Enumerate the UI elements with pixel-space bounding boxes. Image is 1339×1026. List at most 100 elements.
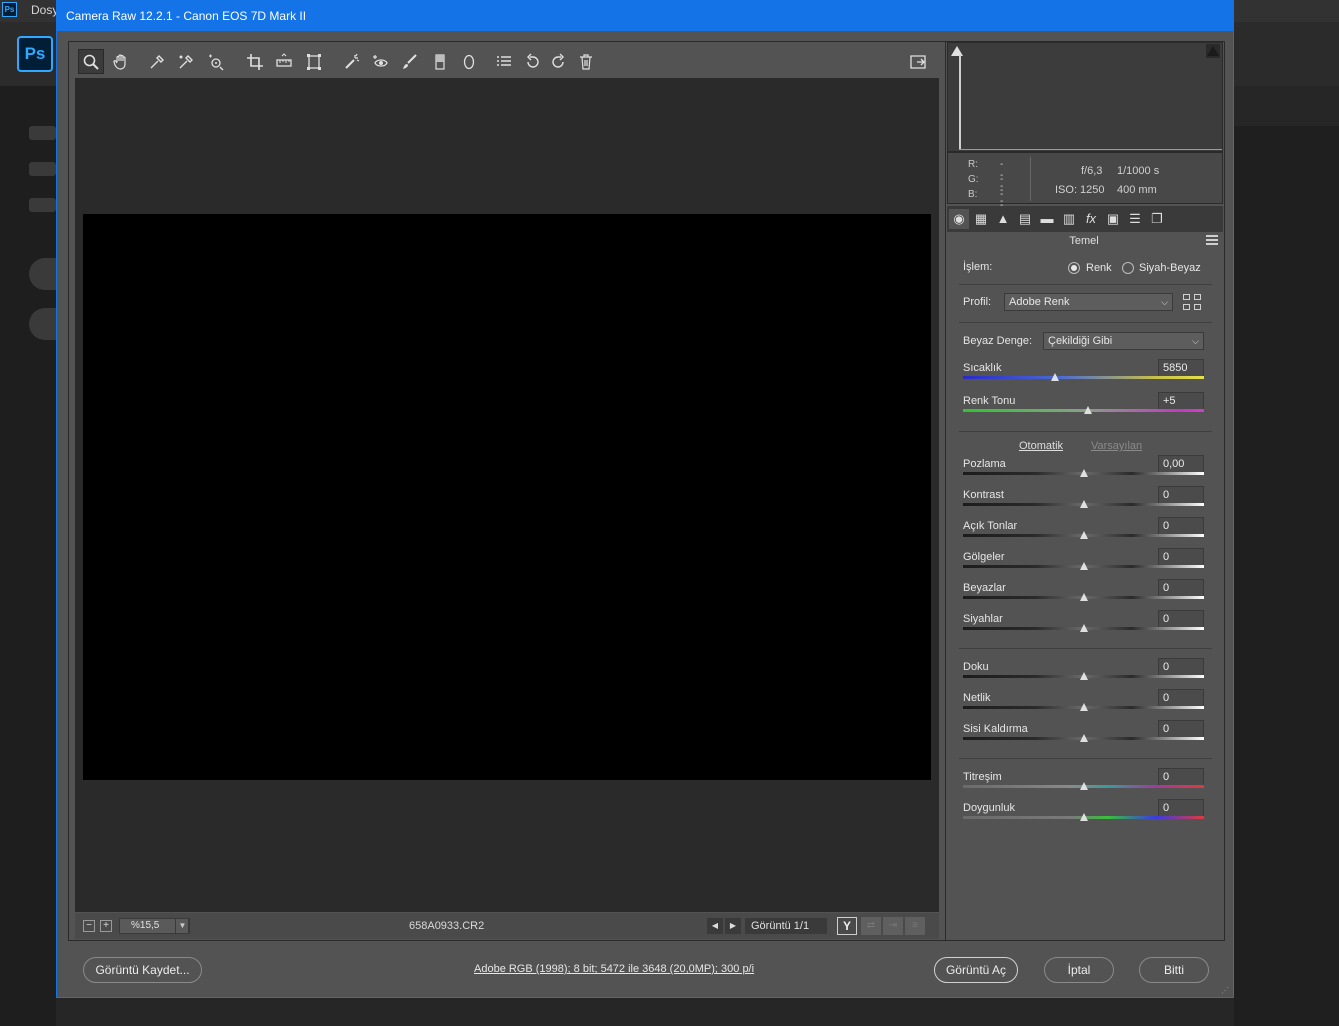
copy-settings-icon[interactable]: ⇥ [883,917,903,935]
white-balance-tool-icon[interactable] [144,49,170,74]
tab-effects-icon[interactable]: fx [1081,209,1101,229]
panel-tabs: ◉ ▦ ▲ ▤ ▬ ▥ fx ▣ ☰ ❐ [947,206,1223,232]
shadow-clipping-icon[interactable] [950,44,964,58]
dialog-titlebar[interactable]: Camera Raw 12.2.1 - Canon EOS 7D Mark II [57,1,1233,31]
slider-label: Titreşim [963,771,1002,783]
image-canvas[interactable] [83,214,931,780]
tab-calibration-icon[interactable]: ▣ [1103,209,1123,229]
slider-label: Doku [963,661,989,673]
slider-thumb[interactable] [1079,593,1088,601]
straighten-tool-icon[interactable] [271,49,297,74]
highlight-clipping-icon[interactable] [1206,44,1220,58]
menu-file[interactable]: Dosy [31,3,58,17]
crop-tool-icon[interactable] [242,49,268,74]
treatment-color-label[interactable]: Renk [1086,262,1112,274]
slider-thumb[interactable] [1079,734,1088,742]
slider-thumb[interactable] [1079,562,1088,570]
tab-lens-corrections-icon[interactable]: ▥ [1059,209,1079,229]
slider-value-input[interactable]: 0 [1158,720,1204,738]
next-image-button[interactable]: ▶ [725,918,741,934]
profile-browser-icon[interactable] [1183,294,1202,311]
tab-split-toning-icon[interactable]: ▬ [1037,209,1057,229]
slider-thumb[interactable] [1079,624,1088,632]
before-after-toggle-button[interactable]: Y [837,917,857,935]
photoshop-home-logo-icon[interactable]: Ps [17,36,53,72]
rotate-left-icon[interactable] [520,49,546,74]
skeleton-button [29,308,56,340]
radial-filter-tool-icon[interactable] [456,49,482,74]
done-button[interactable]: Bitti [1139,957,1209,983]
tab-snapshots-icon[interactable]: ❐ [1147,209,1167,229]
slider-thumb[interactable] [1079,469,1088,477]
profile-select[interactable]: Adobe Renk ⌵ [1004,293,1173,311]
resize-grip-icon[interactable]: ⋰ [1221,986,1229,995]
tab-basic-icon[interactable]: ◉ [949,209,969,229]
zoom-in-button[interactable]: + [100,920,112,932]
slider-value-input[interactable]: 0 [1158,579,1204,597]
divider [959,284,1212,285]
slider-value-input[interactable]: 0 [1158,768,1204,786]
previous-image-button[interactable]: ◀ [707,918,723,934]
slider-thumb[interactable] [1079,782,1088,790]
save-image-button[interactable]: Görüntü Kaydet... [83,957,202,983]
aperture-value: f/6,3 [1081,165,1103,177]
adjustments-panel: R:--- G:--- B:--- f/6,3 1/1000 s ISO: 12… [945,42,1224,940]
slider-value-input[interactable]: 5850 [1158,359,1204,377]
slider-thumb[interactable] [1079,531,1088,539]
trash-icon[interactable] [573,49,599,74]
image-preview-area[interactable] [75,46,939,912]
skeleton-button [29,258,56,290]
graduated-filter-tool-icon[interactable] [427,49,453,74]
chevron-down-icon[interactable]: ▼ [175,918,190,934]
tab-detail-icon[interactable]: ▲ [993,209,1013,229]
rotate-right-icon[interactable] [545,49,571,74]
white-balance-select[interactable]: Çekildiği Gibi ⌵ [1043,332,1204,350]
cancel-button[interactable]: İptal [1044,957,1114,983]
photoshop-right-area [1234,86,1339,1026]
slider-thumb[interactable] [1079,703,1088,711]
targeted-adjustment-tool-icon[interactable] [203,49,229,74]
slider-value-input[interactable]: 0 [1158,689,1204,707]
panel-menu-icon[interactable] [1206,235,1218,245]
treatment-bw-radio[interactable] [1122,262,1134,274]
tab-hsl-icon[interactable]: ▤ [1015,209,1035,229]
presets-list-tool-icon[interactable] [491,49,517,74]
slider-thumb[interactable] [1050,373,1059,381]
zoom-out-button[interactable]: − [83,920,95,932]
slider-value-input[interactable]: 0 [1158,658,1204,676]
color-sampler-tool-icon[interactable] [173,49,199,74]
open-image-button[interactable]: Görüntü Aç [934,957,1018,983]
slider-thumb[interactable] [1079,500,1088,508]
zoom-tool-icon[interactable] [78,49,104,74]
workflow-options-link[interactable]: Adobe RGB (1998); 8 bit; 5472 ile 3648 (… [474,963,754,975]
slider-value-input[interactable]: 0 [1158,610,1204,628]
slider-value-input[interactable]: 0 [1158,517,1204,535]
slider-thumb[interactable] [1079,813,1088,821]
tab-tone-curve-icon[interactable]: ▦ [971,209,991,229]
slider-value-input[interactable]: 0 [1158,548,1204,566]
hand-tool-icon[interactable] [108,49,134,74]
slider-thumb[interactable] [1084,406,1093,414]
red-eye-tool-icon[interactable] [368,49,394,74]
treatment-bw-label[interactable]: Siyah-Beyaz [1139,262,1201,274]
treatment-color-radio[interactable] [1068,262,1080,274]
spot-removal-tool-icon[interactable] [339,49,365,74]
transform-tool-icon[interactable] [301,49,327,74]
slider-value-input[interactable]: 0,00 [1158,455,1204,473]
slider-value-input[interactable]: +5 [1158,392,1204,410]
slider-thumb[interactable] [1079,672,1088,680]
toggle-settings-icon[interactable]: ≡ [905,917,925,935]
tab-presets-icon[interactable]: ☰ [1125,209,1145,229]
default-link[interactable]: Varsayılan [1091,440,1142,452]
fullscreen-toggle-icon[interactable] [905,49,931,74]
divider [959,648,1212,649]
skeleton-item [29,162,56,176]
slider-value-input[interactable]: 0 [1158,799,1204,817]
info-divider [1030,157,1031,201]
slider-track[interactable] [963,376,1204,379]
swap-before-after-icon[interactable]: ⇄ [861,917,881,935]
camera-raw-workspace: − + %15,5 ▼ 658A0933.CR2 ◀ ▶ Görüntü 1/1… [68,41,1225,941]
auto-link[interactable]: Otomatik [1019,440,1063,452]
adjustment-brush-tool-icon[interactable] [397,49,423,74]
slider-value-input[interactable]: 0 [1158,486,1204,504]
